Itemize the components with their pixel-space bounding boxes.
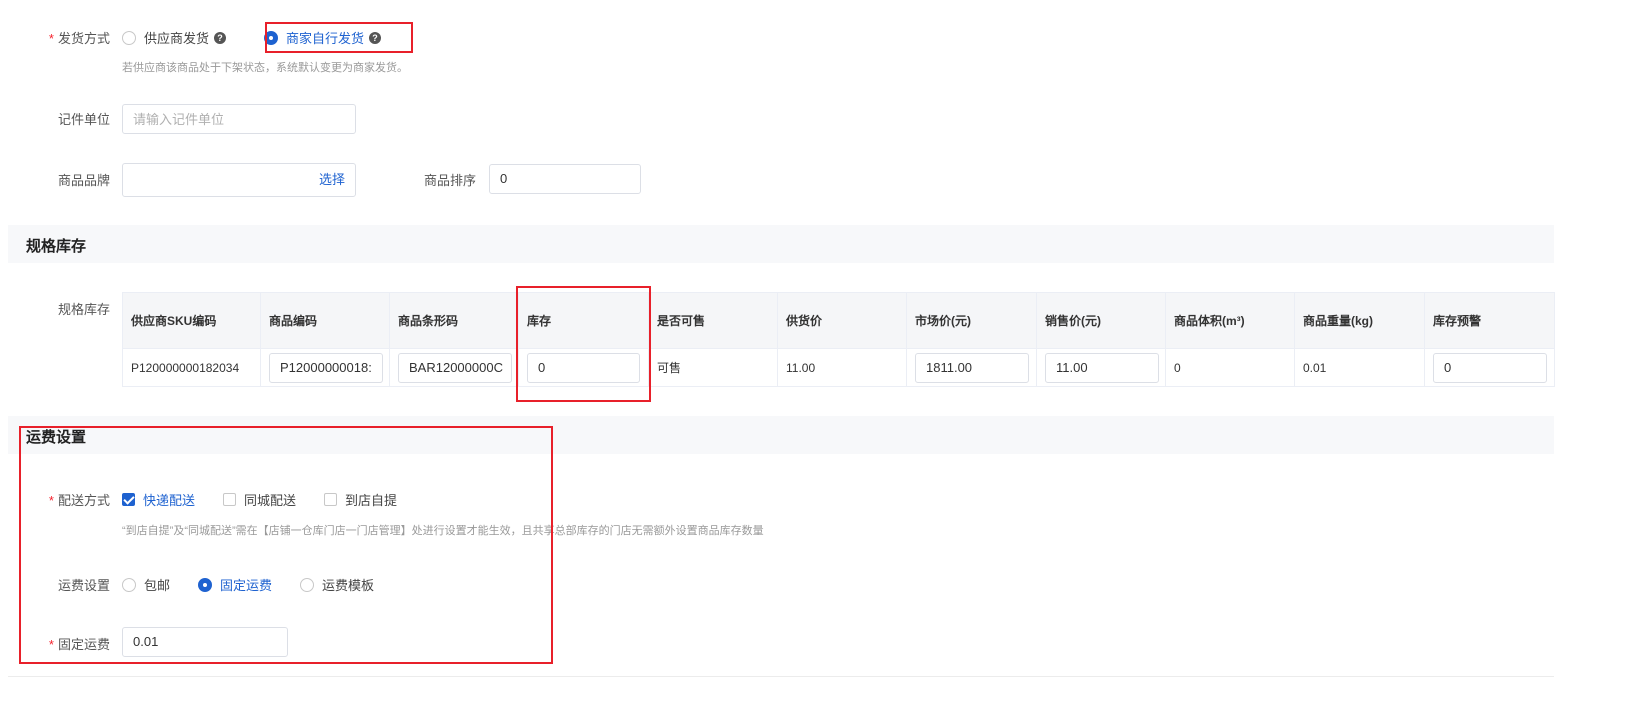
product-code-input[interactable]: P12000000018: [269, 352, 383, 383]
volume-cell: 0 [1165, 348, 1295, 387]
radio-merchant-shipping[interactable]: 商家自行发货 ? [264, 28, 382, 47]
radio-supplier-shipping[interactable]: 供应商发货 ? [122, 28, 227, 47]
freight-label: 运费设置 [57, 578, 110, 593]
delivery-label: * 配送方式 [48, 493, 110, 508]
radio-free-shipping[interactable]: 包邮 [122, 575, 170, 594]
checkbox-self-pickup[interactable]: 到店自提 [324, 490, 397, 509]
fixed-fee-input[interactable]: 0.01 [122, 627, 288, 657]
stock-input[interactable]: 0 [527, 352, 640, 383]
checkbox-box[interactable] [324, 493, 338, 506]
brand-select-link[interactable]: 选择 [319, 166, 345, 194]
shipping-method-options: 供应商发货 ? 商家自行发货 ? [122, 28, 382, 47]
barcode-input[interactable]: BAR12000000C [398, 352, 512, 383]
radio-fixed-freight[interactable]: 固定运费 [198, 575, 272, 594]
column-header: 市场价(元) [906, 292, 1037, 349]
barcode-cell: BAR12000000C [389, 348, 519, 387]
brand-select[interactable]: 选择 [122, 163, 356, 197]
section-title: 规格库存 [26, 238, 87, 255]
sort-input[interactable]: 0 [489, 164, 641, 194]
stock-cell: 0 [518, 348, 649, 387]
radio-dot[interactable] [264, 30, 279, 45]
shipping-method-hint: 若供应商该商品处于下架状态，系统默认变更为商家发货。 [122, 62, 408, 74]
checkbox-box[interactable] [223, 493, 237, 506]
freight-section-header: 运费设置 [8, 416, 1554, 454]
help-icon[interactable]: ? [369, 31, 382, 44]
stock-alert-input[interactable]: 0 [1433, 352, 1547, 383]
unit-input[interactable] [122, 104, 356, 134]
delivery-hint: “到店自提”及“同城配送”需在【店铺一仓库门店一门店管理】处进行设置才能生效，且… [122, 525, 764, 537]
radio-dot[interactable] [300, 577, 315, 592]
sale-price-input[interactable]: 11.00 [1045, 352, 1159, 383]
radio-dot[interactable] [122, 577, 136, 592]
spec-section-header: 规格库存 [8, 225, 1554, 263]
shipping-method-label: * 发货方式 [48, 31, 110, 46]
table-header-row: 供应商SKU编码 商品编码 商品条形码 库存 是否可售 供货价 市场价(元) 销… [122, 292, 1555, 349]
required-mark: * [48, 493, 54, 508]
sku-table: 供应商SKU编码 商品编码 商品条形码 库存 是否可售 供货价 市场价(元) 销… [122, 292, 1555, 387]
weight-cell: 0.01 [1294, 348, 1425, 387]
radio-dot[interactable] [198, 577, 213, 592]
checkbox-same-city[interactable]: 同城配送 [223, 490, 296, 509]
brand-label: 商品品牌 [57, 173, 110, 188]
section-title: 运费设置 [26, 429, 87, 446]
delivery-options: 快递配送 同城配送 到店自提 [122, 490, 397, 509]
market-price-input[interactable]: 1811.00 [915, 352, 1029, 383]
stock-alert-cell: 0 [1424, 348, 1555, 387]
sale-price-cell: 11.00 [1036, 348, 1166, 387]
column-header: 供应商SKU编码 [122, 292, 261, 349]
column-header: 商品重量(kg) [1294, 292, 1425, 349]
column-header: 库存 [518, 292, 649, 349]
sort-label: 商品排序 [424, 173, 477, 188]
sellable-cell: 可售 [648, 348, 778, 387]
column-header: 商品体积(m³) [1165, 292, 1295, 349]
column-header: 供货价 [777, 292, 907, 349]
market-price-cell: 1811.00 [906, 348, 1037, 387]
spec-row-label: 规格库存 [57, 302, 110, 317]
required-mark: * [48, 31, 54, 46]
supply-price-cell: 11.00 [777, 348, 907, 387]
checkbox-express[interactable]: 快递配送 [122, 490, 195, 509]
table-row: P120000000182034 P12000000018: BAR120000… [122, 348, 1555, 387]
required-mark: * [48, 637, 54, 652]
column-header: 销售价(元) [1036, 292, 1166, 349]
column-header: 商品条形码 [389, 292, 519, 349]
freight-options: 包邮 固定运费 运费模板 [122, 575, 374, 594]
divider [8, 676, 1554, 677]
column-header: 商品编码 [260, 292, 390, 349]
help-icon[interactable]: ? [214, 31, 227, 44]
supplier-sku-cell: P120000000182034 [122, 348, 261, 387]
checkbox-box[interactable] [122, 493, 135, 506]
unit-label: 记件单位 [57, 112, 110, 127]
column-header: 库存预警 [1424, 292, 1555, 349]
column-header: 是否可售 [648, 292, 778, 349]
radio-dot[interactable] [122, 30, 136, 45]
fixed-fee-label: * 固定运费 [48, 637, 110, 652]
radio-freight-template[interactable]: 运费模板 [300, 575, 374, 594]
product-code-cell: P12000000018: [260, 348, 390, 387]
